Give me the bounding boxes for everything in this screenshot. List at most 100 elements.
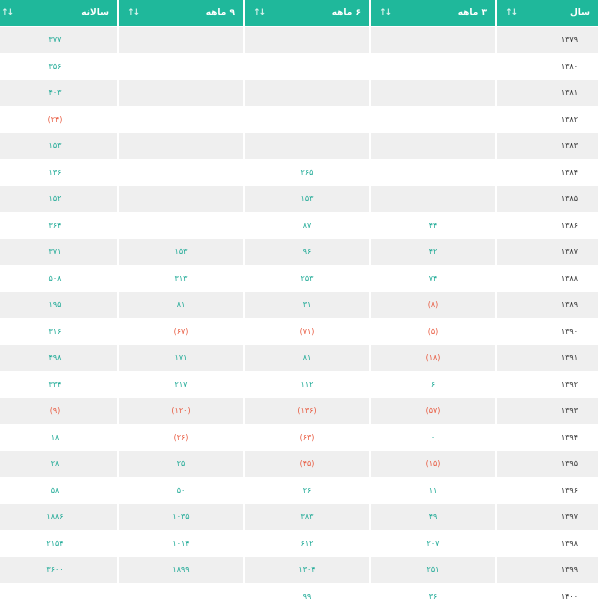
- cell-year: ۱۳۸۶: [497, 212, 598, 238]
- cell-3-month: [371, 53, 495, 79]
- cell-9-month: ۸۱: [119, 292, 243, 318]
- cell-year: ۱۳۹۹: [497, 557, 598, 583]
- cell-annual: ۲۸: [0, 451, 117, 477]
- cell-year: ۱۳۸۰: [497, 53, 598, 79]
- cell-9-month: [119, 106, 243, 132]
- cell-annual: ۴۰۳: [0, 80, 117, 106]
- table-row: ۱۳۸۷ ۴۲ ۹۶ ۱۵۳ ۳۷۱: [0, 239, 598, 265]
- column-header-annual[interactable]: ↓↑ سالانه: [0, 0, 117, 26]
- cell-3-month: (۸): [371, 292, 495, 318]
- table-body: ۱۳۷۹ ۳۷۷ ۱۳۸۰ ۳۵۶ ۱۳۸۱ ۴۰۳ ۱۳۸۲ (۲۴) ۱۳۸۳ ۱۵۳…: [0, 27, 598, 609]
- sort-icon: ↓↑: [505, 8, 518, 18]
- cell-annual: ۵۰۸: [0, 265, 117, 291]
- cell-annual: ۳۶۴: [0, 212, 117, 238]
- column-header-3-month[interactable]: ↓↑ ۳ ماهه: [371, 0, 495, 26]
- cell-annual: ۳۷۷: [0, 27, 117, 53]
- cell-9-month: (۱۲۰): [119, 398, 243, 424]
- cell-9-month: [119, 159, 243, 185]
- cell-6-month: ۹۶: [245, 239, 369, 265]
- cell-9-month: ۱۸۹۹: [119, 557, 243, 583]
- cell-annual: (۲۴): [0, 106, 117, 132]
- cell-6-month: [245, 133, 369, 159]
- quarterly-results-table: ↓↑ سال ↓↑ ۳ ماهه ↓↑ ۶ ماهه ↓↑ ۹ ماهه ↓↑ سالان…: [0, 0, 600, 610]
- table-row: ۱۳۸۶ ۴۴ ۸۷ ۳۶۴: [0, 212, 598, 238]
- cell-9-month: ۱۵۳: [119, 239, 243, 265]
- cell-annual: ۲۱۵۴: [0, 530, 117, 556]
- data-table-container: ↓↑ سال ↓↑ ۳ ماهه ↓↑ ۶ ماهه ↓↑ ۹ ماهه ↓↑ سالان…: [0, 0, 600, 611]
- cell-year: ۱۳۹۱: [497, 345, 598, 371]
- cell-annual: ۳۵۶: [0, 53, 117, 79]
- cell-6-month: (۱۳۶): [245, 398, 369, 424]
- cell-9-month: (۲۶): [119, 424, 243, 450]
- cell-6-month: (۷۱): [245, 318, 369, 344]
- cell-year: ۱۳۸۴: [497, 159, 598, 185]
- table-row: ۱۳۹۴ ۰ (۶۳) (۲۶) ۱۸: [0, 424, 598, 450]
- cell-annual: ۳۱۶: [0, 318, 117, 344]
- cell-6-month: ۱۳۰۴: [245, 557, 369, 583]
- cell-6-month: [245, 53, 369, 79]
- cell-9-month: ۲۱۷: [119, 371, 243, 397]
- cell-9-month: [119, 80, 243, 106]
- cell-year: ۱۳۹۲: [497, 371, 598, 397]
- cell-annual: ۱۹۵: [0, 292, 117, 318]
- cell-9-month: ۱۷۱: [119, 345, 243, 371]
- cell-9-month: [119, 27, 243, 53]
- cell-annual: ۱۳۶: [0, 159, 117, 185]
- cell-9-month: ۱۰۱۴: [119, 530, 243, 556]
- cell-3-month: [371, 27, 495, 53]
- table-row: ۱۳۹۵ (۱۵) (۴۵) ۲۵ ۲۸: [0, 451, 598, 477]
- cell-3-month: (۵۷): [371, 398, 495, 424]
- cell-6-month: ۲۶: [245, 477, 369, 503]
- cell-3-month: ۷۴: [371, 265, 495, 291]
- sort-icon: ↓↑: [1, 8, 14, 18]
- cell-annual: ۳۶۰۰: [0, 557, 117, 583]
- cell-year: ۱۳۹۳: [497, 398, 598, 424]
- cell-year: ۱۳۹۶: [497, 477, 598, 503]
- table-row: ۱۴۰۰ ۳۶ ۹۹: [0, 583, 598, 609]
- table-row: ۱۳۸۸ ۷۴ ۲۵۳ ۳۱۳ ۵۰۸: [0, 265, 598, 291]
- table-row: ۱۳۸۰ ۳۵۶: [0, 53, 598, 79]
- cell-6-month: (۶۳): [245, 424, 369, 450]
- cell-3-month: [371, 133, 495, 159]
- table-row: ۱۳۹۹ ۲۵۱ ۱۳۰۴ ۱۸۹۹ ۳۶۰۰: [0, 557, 598, 583]
- table-row: ۱۳۹۶ ۱۱ ۲۶ ۵۰ ۵۸: [0, 477, 598, 503]
- cell-9-month: ۵۰: [119, 477, 243, 503]
- cell-3-month: ۴۴: [371, 212, 495, 238]
- column-header-year[interactable]: ↓↑ سال: [497, 0, 598, 26]
- cell-6-month: ۶۱۲: [245, 530, 369, 556]
- cell-year: ۱۳۹۷: [497, 504, 598, 530]
- cell-3-month: (۱۵): [371, 451, 495, 477]
- table-row: ۱۳۹۰ (۵) (۷۱) (۶۷) ۳۱۶: [0, 318, 598, 344]
- cell-6-month: ۹۹: [245, 583, 369, 609]
- table-row: ۱۳۸۴ ۲۶۵ ۱۳۶: [0, 159, 598, 185]
- table-row: ۱۳۹۲ ۶ ۱۱۲ ۲۱۷ ۳۳۴: [0, 371, 598, 397]
- cell-year: ۱۳۸۸: [497, 265, 598, 291]
- cell-3-month: (۵): [371, 318, 495, 344]
- cell-3-month: ۰: [371, 424, 495, 450]
- cell-9-month: [119, 583, 243, 609]
- cell-3-month: ۲۵۱: [371, 557, 495, 583]
- column-header-label: ۶ ماهه: [331, 8, 361, 18]
- column-header-6-month[interactable]: ↓↑ ۶ ماهه: [245, 0, 369, 26]
- cell-year: ۱۳۸۱: [497, 80, 598, 106]
- cell-3-month: (۱۸): [371, 345, 495, 371]
- cell-3-month: [371, 186, 495, 212]
- cell-3-month: ۶: [371, 371, 495, 397]
- cell-6-month: [245, 80, 369, 106]
- column-header-9-month[interactable]: ↓↑ ۹ ماهه: [119, 0, 243, 26]
- cell-9-month: [119, 186, 243, 212]
- table-row: ۱۳۹۱ (۱۸) ۸۱ ۱۷۱ ۴۹۸: [0, 345, 598, 371]
- cell-3-month: ۳۶: [371, 583, 495, 609]
- sort-icon: ↓↑: [253, 8, 266, 18]
- cell-3-month: ۴۲: [371, 239, 495, 265]
- cell-annual: ۱۸۸۶: [0, 504, 117, 530]
- cell-annual: ۴۹۸: [0, 345, 117, 371]
- cell-9-month: ۲۵: [119, 451, 243, 477]
- cell-annual: ۳۷۱: [0, 239, 117, 265]
- table-row: ۱۳۷۹ ۳۷۷: [0, 27, 598, 53]
- cell-9-month: ۳۱۳: [119, 265, 243, 291]
- cell-year: ۱۳۹۴: [497, 424, 598, 450]
- cell-3-month: ۴۹: [371, 504, 495, 530]
- cell-annual: ۵۸: [0, 477, 117, 503]
- cell-6-month: ۸۱: [245, 345, 369, 371]
